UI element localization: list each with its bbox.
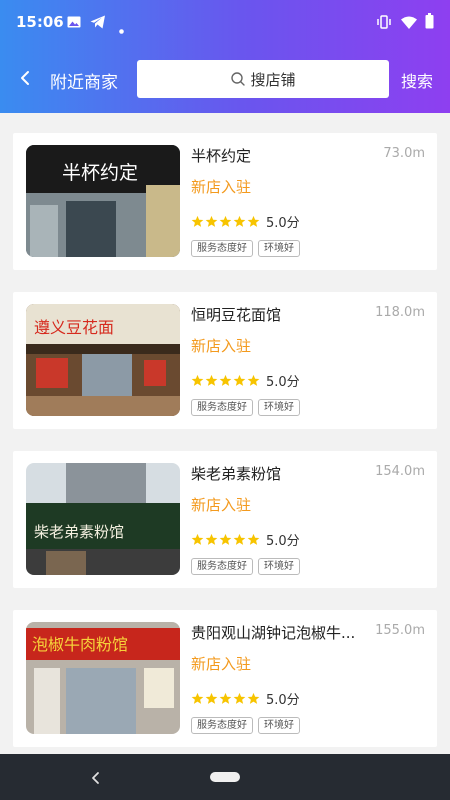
- shop-tag: 环境好: [258, 399, 300, 416]
- shop-score: 5.0分: [266, 693, 300, 708]
- shop-sign-text: 半杯约定: [62, 162, 138, 184]
- shop-photo: 遵义豆花面: [26, 304, 180, 416]
- shop-tag: 服务态度好: [191, 399, 253, 416]
- star-icon: [233, 692, 246, 704]
- system-nav-bar: [0, 754, 450, 800]
- new-shop-badge: 新店入驻: [191, 655, 252, 673]
- star-icon: [219, 215, 232, 227]
- shop-sign-text: 遵义豆花面: [34, 318, 114, 337]
- star-icon: [205, 215, 218, 227]
- shop-tag: 服务态度好: [191, 240, 253, 257]
- star-rating: [191, 215, 260, 228]
- shop-rating: 5.0分: [191, 371, 300, 390]
- shop-rating: 5.0分: [191, 212, 300, 231]
- search-icon: [231, 72, 246, 86]
- shop-card[interactable]: 半杯约定 半杯约定 73.0m 新店入驻 5.0分 服务态度好 环境好: [13, 133, 437, 270]
- shop-card[interactable]: 遵义豆花面 恒明豆花面馆 118.0m 新店入驻 5.0分 服务态度好 环境好: [13, 292, 437, 429]
- search-placeholder: 搜店铺: [250, 70, 296, 89]
- shop-tags: 服务态度好 环境好: [191, 717, 300, 734]
- shop-photo: 半杯约定: [26, 145, 180, 257]
- home-pill[interactable]: [210, 772, 240, 782]
- shop-sign-text: 柴老弟素粉馆: [34, 523, 124, 541]
- status-time: 15:06: [16, 13, 64, 31]
- shop-rating: 5.0分: [191, 530, 300, 549]
- battery-icon: [425, 13, 434, 33]
- shop-distance: 118.0m: [375, 305, 425, 320]
- new-shop-badge: 新店入驻: [191, 496, 252, 514]
- shop-card[interactable]: 泡椒牛肉粉馆 贵阳观山湖钟记泡椒牛... 155.0m 新店入驻 5.0分 服务…: [13, 610, 437, 747]
- shop-name: 半杯约定: [191, 147, 252, 165]
- star-icon: [219, 533, 232, 545]
- shop-tags: 服务态度好 环境好: [191, 399, 300, 416]
- new-shop-badge: 新店入驻: [191, 178, 252, 196]
- star-icon: [191, 215, 204, 227]
- shop-rating: 5.0分: [191, 689, 300, 708]
- shop-tag: 环境好: [258, 558, 300, 575]
- shop-distance: 154.0m: [375, 464, 425, 479]
- wifi-icon: [401, 14, 417, 33]
- star-icon: [191, 533, 204, 545]
- star-icon: [247, 215, 260, 227]
- page-title: 附近商家: [50, 73, 118, 93]
- star-icon: [233, 215, 246, 227]
- shop-score: 5.0分: [266, 216, 300, 231]
- shop-tags: 服务态度好 环境好: [191, 240, 300, 257]
- back-icon[interactable]: [16, 68, 36, 88]
- notification-dot-icon: [119, 19, 124, 38]
- star-icon: [247, 374, 260, 386]
- shop-tag: 环境好: [258, 240, 300, 257]
- header: 15:06 附近商家 搜店铺 搜索: [0, 0, 450, 113]
- shop-distance: 155.0m: [375, 623, 425, 638]
- star-rating: [191, 374, 260, 387]
- star-icon: [191, 374, 204, 386]
- star-icon: [205, 692, 218, 704]
- shop-photo: 泡椒牛肉粉馆: [26, 622, 180, 734]
- star-icon: [247, 692, 260, 704]
- search-input[interactable]: 搜店铺: [137, 60, 389, 98]
- shop-sign-text: 泡椒牛肉粉馆: [32, 635, 128, 654]
- image-icon: [67, 14, 81, 33]
- star-icon: [233, 374, 246, 386]
- shop-name: 柴老弟素粉馆: [191, 465, 282, 483]
- shop-distance: 73.0m: [383, 146, 425, 161]
- star-icon: [247, 533, 260, 545]
- star-icon: [205, 533, 218, 545]
- star-icon: [219, 374, 232, 386]
- star-icon: [205, 374, 218, 386]
- star-icon: [233, 533, 246, 545]
- new-shop-badge: 新店入驻: [191, 337, 252, 355]
- star-icon: [219, 692, 232, 704]
- shop-score: 5.0分: [266, 534, 300, 549]
- shop-card[interactable]: 柴老弟素粉馆 柴老弟素粉馆 154.0m 新店入驻 5.0分 服务态度好 环境好: [13, 451, 437, 588]
- shop-tags: 服务态度好 环境好: [191, 558, 300, 575]
- shop-score: 5.0分: [266, 375, 300, 390]
- star-rating: [191, 533, 260, 546]
- system-back-icon[interactable]: [90, 770, 102, 789]
- shop-name: 恒明豆花面馆: [191, 306, 282, 324]
- shop-tag: 环境好: [258, 717, 300, 734]
- shop-tag: 服务态度好: [191, 558, 253, 575]
- nav-bar: 附近商家 搜店铺 搜索: [0, 58, 450, 100]
- star-rating: [191, 692, 260, 705]
- shop-tag: 服务态度好: [191, 717, 253, 734]
- status-bar: 15:06: [0, 0, 450, 44]
- vibrate-icon: [376, 14, 392, 33]
- search-button[interactable]: 搜索: [401, 68, 433, 92]
- shop-name: 贵阳观山湖钟记泡椒牛...: [191, 624, 356, 642]
- telegram-icon: [90, 14, 106, 33]
- star-icon: [191, 692, 204, 704]
- shop-photo: 柴老弟素粉馆: [26, 463, 180, 575]
